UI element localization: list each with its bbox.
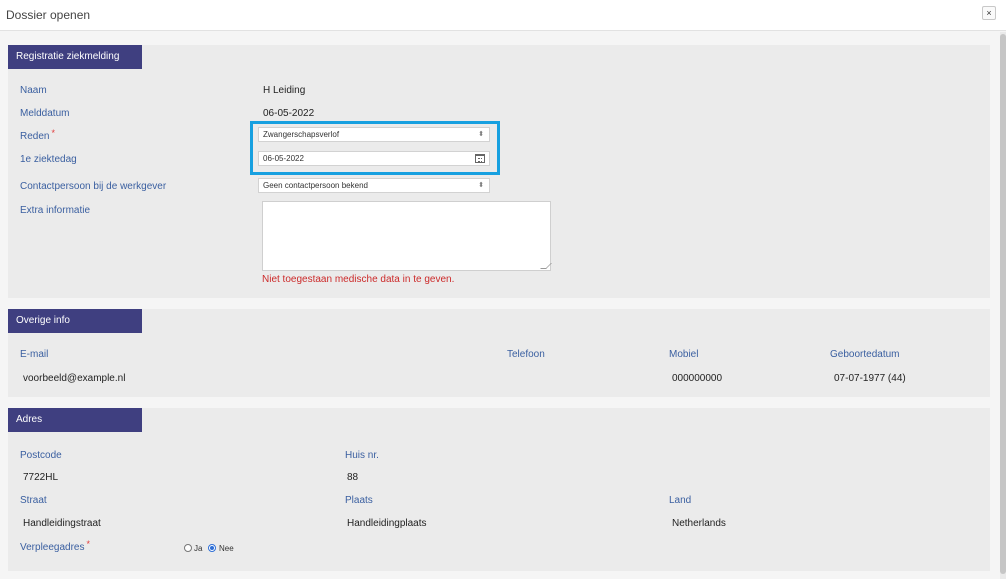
verpleegadres-label-text: Verpleegadres [20,542,85,553]
required-marker: * [51,128,55,138]
ziektedag-label: 1e ziektedag [20,154,77,165]
scrollbar-thumb[interactable] [1000,34,1006,574]
geboortedatum-label: Geboortedatum [830,349,900,360]
contact-select[interactable]: Geen contactpersoon bekend ⬍ [258,178,490,193]
postcode-value: 7722HL [23,472,59,483]
melddatum-label: Melddatum [20,108,70,119]
email-label: E-mail [20,349,49,360]
extra-info-textarea[interactable] [262,201,552,271]
mobiel-label: Mobiel [669,349,699,360]
modal-header: Dossier openen × [0,0,1006,31]
contact-label: Contactpersoon bij de werkgever [20,181,167,192]
verpleegadres-nee-label[interactable]: Nee [219,544,234,553]
melddatum-value: 06-05-2022 [263,108,315,119]
select-arrow-icon: ⬍ [478,182,484,189]
postcode-label: Postcode [20,450,62,461]
land-value: Netherlands [672,518,726,529]
plaats-value: Handleidingplaats [347,518,427,529]
verpleegadres-nee-radio[interactable] [208,544,216,552]
medical-data-warning: Niet toegestaan medische data in te geve… [262,274,455,285]
telefoon-label: Telefoon [507,349,545,360]
resize-handle-icon[interactable] [540,263,552,269]
plaats-label: Plaats [345,495,373,506]
geboortedatum-value: 07-07-1977 (44) [834,373,906,384]
close-button[interactable]: × [982,6,996,20]
mobiel-value: 000000000 [672,373,723,384]
adres-section-header: Adres [8,408,142,432]
adres-section: Adres [8,408,990,571]
straat-label: Straat [20,495,47,506]
land-label: Land [669,495,692,506]
verpleegadres-ja-label[interactable]: Ja [194,544,202,553]
verpleegadres-label: Verpleegadres * [20,539,91,553]
straat-value: Handleidingstraat [23,518,101,529]
naam-value: H Leiding [263,85,306,96]
reden-label: Reden * [20,128,55,142]
verpleegadres-ja-radio[interactable] [184,544,192,552]
huisnr-label: Huis nr. [345,450,379,461]
huisnr-value: 88 [347,472,359,483]
contact-select-value: Geen contactpersoon bekend [263,181,368,190]
extra-info-label: Extra informatie [20,205,91,216]
reden-label-text: Reden [20,131,50,142]
focus-highlight [250,121,500,175]
required-marker: * [86,539,91,549]
naam-label: Naam [20,85,47,96]
modal-title: Dossier openen [6,8,91,22]
email-value: voorbeeld@example.nl [23,373,126,384]
overige-info-section-header: Overige info [8,309,142,333]
registration-section-header: Registratie ziekmelding [8,45,142,69]
